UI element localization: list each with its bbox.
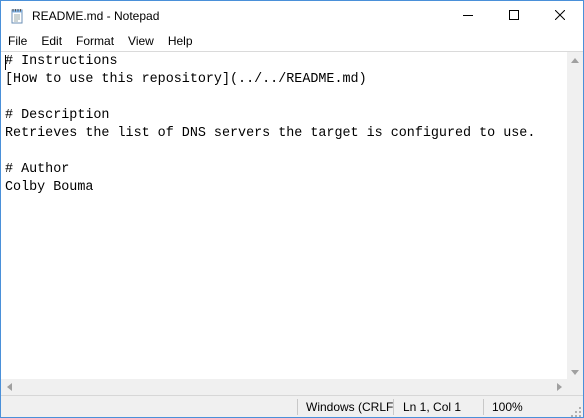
scroll-right-icon[interactable] — [551, 379, 567, 395]
status-divider — [297, 399, 298, 415]
status-zoom: 100% — [492, 400, 523, 414]
status-cursor-position: Ln 1, Col 1 — [403, 400, 462, 414]
close-icon — [554, 9, 566, 23]
text-caret — [5, 55, 6, 70]
maximize-button[interactable] — [491, 1, 537, 31]
scroll-left-icon[interactable] — [1, 379, 17, 395]
scroll-up-icon[interactable] — [567, 52, 583, 68]
maximize-icon — [509, 9, 519, 23]
menu-bar: File Edit Format View Help — [1, 31, 583, 51]
status-bar: Windows (CRLF Ln 1, Col 1 100% — [1, 395, 583, 417]
scroll-down-icon[interactable] — [567, 364, 583, 380]
notepad-window: README.md - Notepad File Edit Format Vie… — [0, 0, 584, 418]
menu-format[interactable]: Format — [69, 31, 121, 51]
menu-help[interactable]: Help — [161, 31, 200, 51]
status-encoding: Windows (CRLF — [306, 400, 394, 414]
notepad-icon — [9, 8, 25, 24]
status-divider — [393, 399, 394, 415]
close-button[interactable] — [537, 1, 583, 31]
vertical-scrollbar[interactable] — [567, 51, 583, 380]
horizontal-scrollbar[interactable] — [1, 379, 567, 395]
menu-file[interactable]: File — [1, 31, 34, 51]
menu-view[interactable]: View — [121, 31, 161, 51]
minimize-button[interactable] — [445, 1, 491, 31]
text-editor[interactable]: # Instructions [How to use this reposito… — [1, 51, 567, 380]
window-title: README.md - Notepad — [32, 9, 160, 23]
resize-grip-icon[interactable] — [571, 406, 581, 417]
title-bar[interactable]: README.md - Notepad — [1, 1, 583, 31]
editor-content[interactable]: # Instructions [How to use this reposito… — [1, 52, 567, 197]
scrollbar-corner — [567, 379, 583, 395]
menu-edit[interactable]: Edit — [34, 31, 69, 51]
status-divider — [483, 399, 484, 415]
minimize-icon — [463, 9, 473, 23]
